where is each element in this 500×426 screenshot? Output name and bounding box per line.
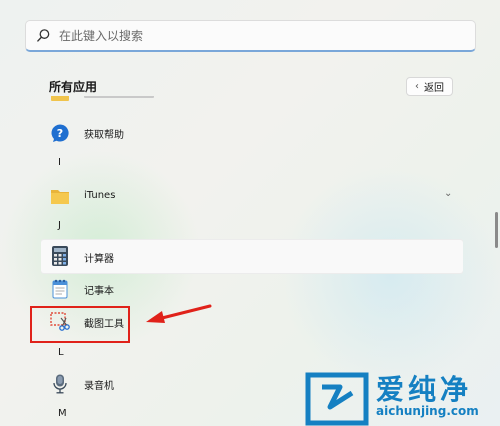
annotation-highlight-box	[30, 306, 130, 343]
letter-header-i[interactable]: I	[58, 157, 61, 168]
list-item-notepad[interactable]: 记事本	[41, 277, 463, 301]
app-label: 获取帮助	[84, 130, 124, 141]
notepad-icon	[50, 279, 70, 299]
scrollbar[interactable]	[495, 212, 498, 248]
page-title: 所有应用	[49, 80, 98, 94]
list-item-get-help[interactable]: ? 获取帮助	[41, 121, 463, 145]
help-icon: ?	[50, 123, 70, 143]
calculator-icon	[50, 246, 70, 266]
app-label: 计算器	[84, 254, 114, 265]
back-button[interactable]: ‹ 返回	[406, 77, 453, 96]
list-item-itunes[interactable]: iTunes ⌄	[41, 184, 463, 208]
letter-header-m[interactable]: M	[58, 408, 67, 419]
list-item-calculator[interactable]: 计算器	[41, 240, 463, 273]
letter-header-j[interactable]: J	[58, 220, 61, 231]
folder-icon	[50, 96, 70, 102]
folder-icon	[50, 186, 70, 206]
search-icon	[37, 29, 50, 42]
annotation-arrow-icon	[146, 304, 212, 323]
list-item-clipped[interactable]	[41, 96, 463, 104]
watermark-url: aichunjing.com	[376, 404, 479, 418]
letter-header-l[interactable]: L	[58, 347, 64, 358]
clipped-label	[84, 96, 154, 98]
app-label: 记事本	[84, 286, 114, 297]
chevron-down-icon[interactable]: ⌄	[444, 188, 452, 199]
back-button-label: 返回	[424, 83, 444, 94]
app-label: iTunes	[84, 190, 116, 201]
chevron-left-icon: ‹	[415, 81, 419, 92]
svg-text:?: ?	[57, 127, 63, 140]
search-box[interactable]	[25, 20, 476, 52]
search-input[interactable]	[59, 28, 439, 43]
voice-recorder-icon	[50, 374, 70, 394]
watermark-brand: 爱纯净	[376, 373, 473, 406]
app-label: 录音机	[84, 381, 114, 392]
